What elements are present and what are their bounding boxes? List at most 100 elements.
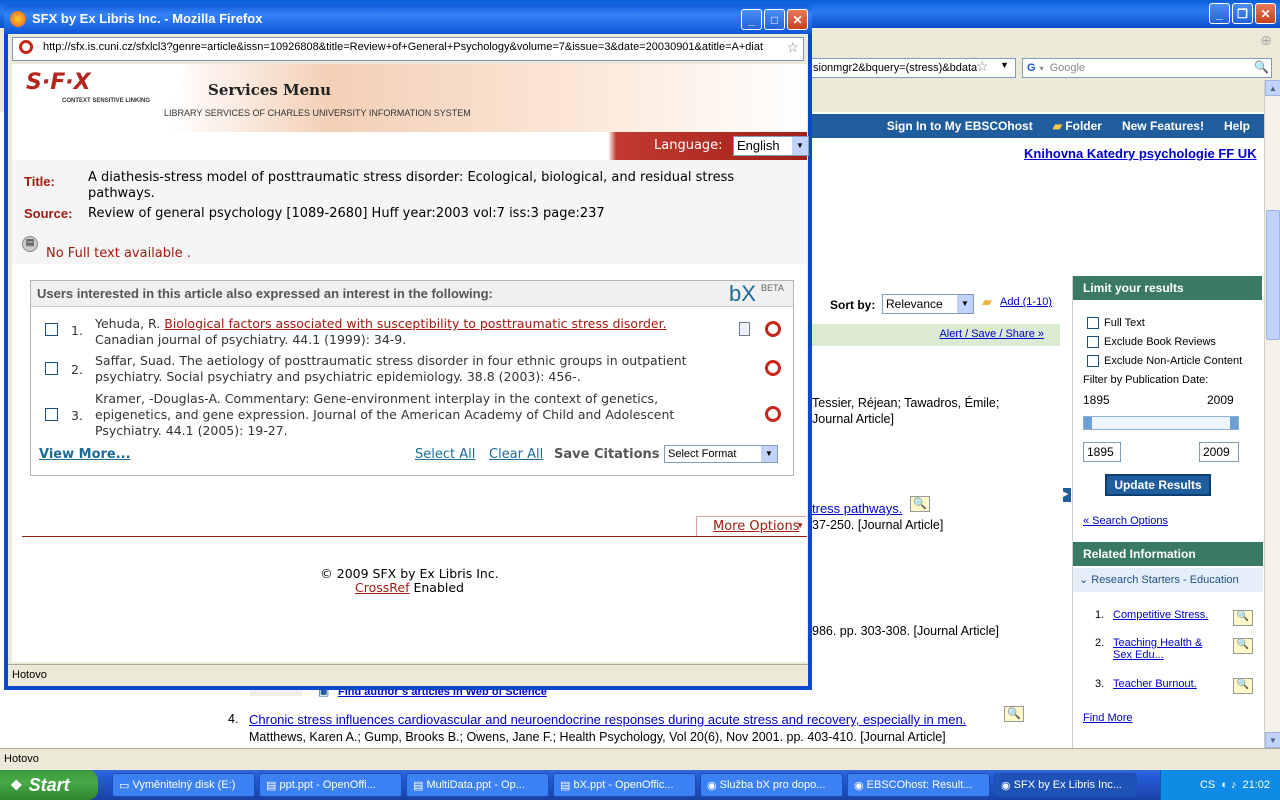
sfx-link-icon[interactable]: [765, 360, 781, 376]
result-title-fragment[interactable]: tress pathways.: [812, 501, 902, 516]
checkbox[interactable]: [1087, 336, 1099, 349]
date-range-slider[interactable]: [1083, 416, 1239, 430]
firefox-icon: ◉: [1001, 779, 1014, 792]
preview-magnifier-icon[interactable]: 🔍: [910, 496, 930, 512]
sfx-popup-window: SFX by Ex Libris Inc. - Mozilla Firefox …: [4, 4, 812, 690]
sort-select[interactable]: Relevance ▼: [882, 294, 974, 314]
related-number: 1.: [1095, 609, 1105, 621]
task-label: MultiData.ppt - Op...: [426, 779, 525, 791]
rec-title-link[interactable]: Biological factors associated with susce…: [164, 316, 666, 331]
expand-arrow-icon[interactable]: ▶: [1063, 488, 1071, 502]
result-source: Matthews, Karen A.; Gump, Brooks B.; Owe…: [249, 730, 946, 744]
services-menu-title: Services Menu: [208, 81, 331, 99]
save-citations-label: Save Citations: [554, 447, 660, 462]
start-button[interactable]: ❖ Start: [0, 770, 98, 800]
tabs-icon[interactable]: ⊕: [1260, 32, 1272, 49]
scroll-up-icon[interactable]: ▲: [1265, 80, 1280, 96]
task-button[interactable]: ◉ Služba bX pro dopo...: [700, 773, 843, 797]
bookmark-star-icon[interactable]: ☆: [786, 38, 799, 56]
close-button[interactable]: ✕: [1255, 3, 1276, 24]
popup-url-text: http://sfx.is.cuni.cz/sfxlcl3?genre=arti…: [43, 41, 764, 53]
checkbox[interactable]: [1087, 355, 1099, 368]
scroll-thumb[interactable]: [1266, 210, 1280, 340]
rec-checkbox[interactable]: [45, 408, 58, 421]
folder-add-icon: ▰: [982, 294, 992, 309]
checkbox[interactable]: [1087, 317, 1099, 330]
task-button-active[interactable]: ◉ SFX by Ex Libris Inc...: [994, 773, 1137, 797]
select-all-link[interactable]: Select All: [415, 447, 475, 462]
limit-checkbox-non-article[interactable]: Exclude Non-Article Content: [1087, 352, 1262, 371]
preview-magnifier-icon[interactable]: 🔍: [1233, 638, 1253, 654]
maximize-button[interactable]: ❐: [1232, 3, 1253, 24]
task-button[interactable]: ▤ ppt.ppt - OpenOffi...: [259, 773, 402, 797]
limit-checks: Full Text Exclude Book Reviews Exclude N…: [1073, 300, 1262, 371]
sfx-link-icon[interactable]: [765, 321, 781, 337]
rec-checkbox[interactable]: [45, 362, 58, 375]
task-button[interactable]: ▤ MultiData.ppt - Op...: [406, 773, 549, 797]
alert-save-share-link[interactable]: Alert / Save / Share »: [939, 328, 1044, 340]
sfx-page: S·F·X CONTEXT SENSITIVE LINKING Services…: [12, 64, 809, 662]
find-more-link[interactable]: Find More: [1083, 712, 1133, 724]
bookmark-star-icon[interactable]: ☆: [976, 58, 989, 75]
document-icon[interactable]: [739, 322, 750, 336]
sign-in-link[interactable]: Sign In to My EBSCOhost: [887, 119, 1033, 133]
sfx-link-icon[interactable]: [765, 406, 781, 422]
popup-url-field[interactable]: http://sfx.is.cuni.cz/sfxlcl3?genre=arti…: [12, 37, 804, 61]
crossref-link[interactable]: CrossRef: [355, 580, 409, 595]
task-button[interactable]: ▤ bX.ppt - OpenOffic...: [553, 773, 696, 797]
tray-icons[interactable]: ◐ ♪: [1221, 779, 1236, 791]
date-from-input[interactable]: 1895: [1083, 442, 1121, 462]
limit-checkbox-book-reviews[interactable]: Exclude Book Reviews: [1087, 333, 1262, 352]
minimize-button[interactable]: _: [1209, 3, 1230, 24]
folder-link[interactable]: ▰ Folder: [1053, 119, 1102, 133]
copyright-text: © 2009 SFX by Ex Libris Inc.: [320, 566, 499, 581]
more-options-link[interactable]: More Options: [713, 519, 800, 534]
checkbox-label: Exclude Book Reviews: [1104, 336, 1216, 348]
related-item-link[interactable]: Teacher Burnout.: [1113, 678, 1197, 690]
date-from-value: 1895: [1087, 445, 1114, 459]
date-to-input[interactable]: 2009: [1199, 442, 1239, 462]
google-search-input[interactable]: G ▾ Google: [1022, 58, 1272, 78]
research-starters-row[interactable]: ⌄ Research Starters - Education: [1073, 568, 1263, 592]
slider-handle-right[interactable]: [1230, 417, 1238, 429]
language-indicator[interactable]: CS: [1200, 779, 1215, 791]
url-dropdown-icon[interactable]: ▼: [1000, 60, 1009, 70]
close-button[interactable]: ✕: [787, 9, 808, 30]
preview-magnifier-icon[interactable]: 🔍: [1233, 610, 1253, 626]
help-link[interactable]: Help: [1224, 119, 1250, 133]
vertical-scrollbar[interactable]: ▲ ▼: [1264, 80, 1280, 748]
windows-logo-icon: ❖: [10, 776, 23, 793]
minimize-button[interactable]: _: [741, 9, 762, 30]
related-item-link[interactable]: Competitive Stress.: [1113, 609, 1208, 621]
library-link[interactable]: Knihovna Katedry psychologie FF UK: [1024, 146, 1257, 161]
task-button[interactable]: ◉ EBSCOhost: Result...: [847, 773, 990, 797]
add-to-folder-link[interactable]: Add (1-10): [1000, 296, 1052, 308]
new-features-link[interactable]: New Features!: [1122, 119, 1204, 133]
limit-checkbox-full-text[interactable]: Full Text: [1087, 314, 1262, 333]
preview-magnifier-icon[interactable]: 🔍: [1004, 706, 1024, 722]
slider-handle-left[interactable]: [1084, 417, 1092, 429]
clock: 21:02: [1242, 779, 1270, 791]
search-icon[interactable]: 🔍: [1254, 60, 1269, 74]
task-button[interactable]: ▭ Vyměnitelný disk (E:): [112, 773, 255, 797]
related-item-link[interactable]: Teaching Health & Sex Edu...: [1113, 637, 1223, 661]
chevron-down-icon: ▼: [957, 295, 973, 313]
more-options-tab[interactable]: More Options ▼: [696, 516, 806, 536]
bx-header-text: Users interested in this article also ex…: [37, 286, 493, 301]
preview-magnifier-icon[interactable]: 🔍: [1233, 678, 1253, 694]
sfx-logo-subtitle: CONTEXT SENSITIVE LINKING: [62, 98, 151, 104]
view-more-link[interactable]: View More...: [39, 447, 131, 462]
result-title-link[interactable]: Chronic stress influences cardiovascular…: [249, 712, 966, 727]
language-select[interactable]: English ▼: [733, 136, 809, 156]
citation-format-select[interactable]: Select Format ▼: [664, 445, 778, 463]
bg-status-text: Hotovo: [4, 753, 39, 765]
rec-checkbox[interactable]: [45, 323, 58, 336]
scroll-down-icon[interactable]: ▼: [1265, 732, 1280, 748]
clear-all-link[interactable]: Clear All: [489, 447, 543, 462]
related-info-heading: Related Information: [1073, 542, 1263, 566]
ebsco-topbar: Sign In to My EBSCOhost ▰ Folder New Fea…: [812, 114, 1264, 138]
update-results-button[interactable]: Update Results: [1105, 474, 1211, 496]
search-options-link[interactable]: « Search Options: [1083, 515, 1168, 527]
maximize-button[interactable]: □: [764, 9, 785, 30]
date-to-value: 2009: [1203, 445, 1230, 459]
